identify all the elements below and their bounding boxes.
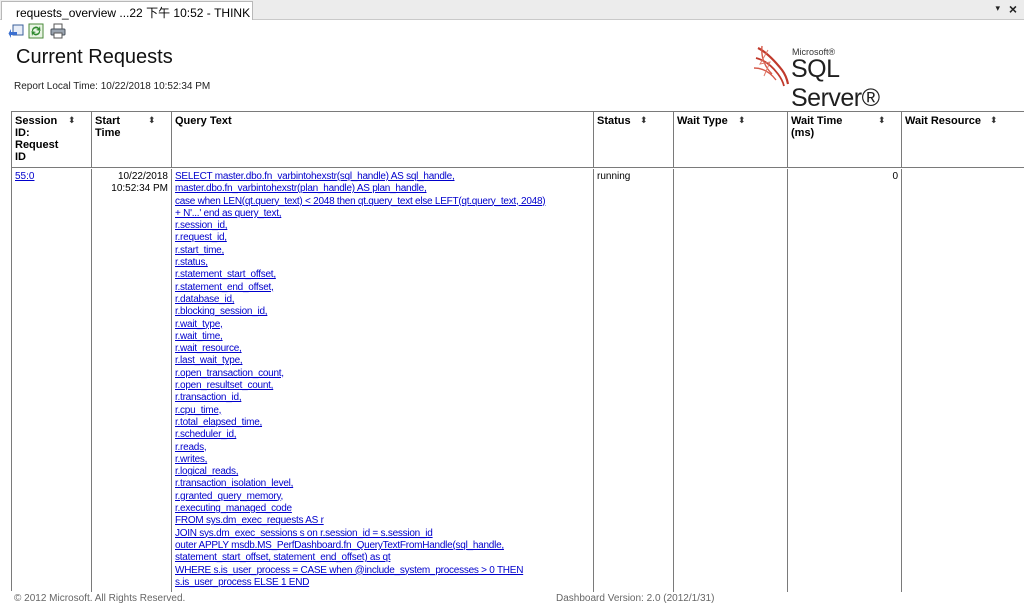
query-text-line[interactable]: r.granted_query_memory, bbox=[175, 491, 591, 503]
header-wait-type[interactable]: Wait Type ⬍ bbox=[674, 112, 788, 167]
header-wait-time-label: Wait Time (ms) bbox=[791, 115, 843, 139]
report-toolbar bbox=[0, 20, 1024, 42]
column-divider bbox=[594, 169, 674, 592]
query-text-line[interactable]: r.logical_reads, bbox=[175, 466, 591, 478]
document-tab-strip: requests_overview ...22 下午 10:52 - THINK… bbox=[0, 0, 1024, 20]
query-text-line[interactable]: r.last_wait_type, bbox=[175, 355, 591, 367]
query-text-line[interactable]: FROM sys.dm_exec_requests AS r bbox=[175, 515, 591, 527]
status-value: running bbox=[597, 171, 631, 182]
query-text-line[interactable]: r.session_id, bbox=[175, 220, 591, 232]
column-divider bbox=[788, 169, 902, 592]
query-text-line[interactable]: outer APPLY msdb.MS_PerfDashboard.fn_Que… bbox=[175, 540, 591, 552]
query-text-line[interactable]: JOIN sys.dm_exec_sessions s on r.session… bbox=[175, 528, 591, 540]
table-header-row: Session ID: Request ID ⬍ Start Time ⬍ Qu… bbox=[12, 112, 1024, 168]
query-text-line[interactable]: statement_start_offset, statement_end_of… bbox=[175, 552, 591, 564]
query-text-cell: SELECT master.dbo.fn_varbintohexstr(sql_… bbox=[175, 171, 591, 589]
sql-server-logo: Microsoft® SQL Server® bbox=[752, 44, 922, 112]
footer-version: Dashboard Version: 2.0 (2012/1/31) bbox=[556, 593, 715, 604]
logo-product-text: SQL Server® bbox=[791, 55, 880, 112]
sort-icon[interactable]: ⬍ bbox=[148, 116, 156, 125]
query-text-line[interactable]: r.blocking_session_id, bbox=[175, 306, 591, 318]
query-text-line[interactable]: r.request_id, bbox=[175, 232, 591, 244]
session-id-link[interactable]: 55:0 bbox=[15, 171, 34, 182]
query-text-line[interactable]: r.writes, bbox=[175, 454, 591, 466]
query-text-line[interactable]: r.statement_end_offset, bbox=[175, 282, 591, 294]
query-text-line[interactable]: s.is_user_process ELSE 1 END bbox=[175, 577, 591, 589]
start-clock: 10:52:34 PM bbox=[111, 183, 168, 195]
header-wait-resource[interactable]: Wait Resource ⬍ bbox=[902, 112, 1024, 167]
query-text-line[interactable]: r.transaction_id, bbox=[175, 392, 591, 404]
column-divider bbox=[12, 169, 92, 592]
header-query-text[interactable]: Query Text bbox=[172, 112, 594, 167]
header-start-time[interactable]: Start Time ⬍ bbox=[92, 112, 172, 167]
header-wait-resource-label: Wait Resource bbox=[905, 115, 982, 127]
table-row-session-cell: 55:0 bbox=[15, 171, 34, 183]
query-text-line[interactable]: r.status, bbox=[175, 257, 591, 269]
back-icon[interactable] bbox=[8, 23, 24, 39]
query-text-line[interactable]: r.transaction_isolation_level, bbox=[175, 478, 591, 490]
header-status-label: Status bbox=[597, 115, 631, 127]
query-text-line[interactable]: r.open_resultset_count, bbox=[175, 380, 591, 392]
query-text-line[interactable]: r.wait_type, bbox=[175, 319, 591, 331]
close-icon[interactable]: × bbox=[1009, 1, 1017, 17]
sort-icon[interactable]: ⬍ bbox=[640, 116, 648, 125]
query-text-line[interactable]: r.start_time, bbox=[175, 245, 591, 257]
header-wait-type-label: Wait Type bbox=[677, 115, 728, 127]
query-text-line[interactable]: r.statement_start_offset, bbox=[175, 269, 591, 281]
refresh-icon[interactable] bbox=[28, 23, 44, 39]
query-text-line[interactable]: WHERE s.is_user_process = CASE when @inc… bbox=[175, 565, 591, 577]
query-text-line[interactable]: r.reads, bbox=[175, 442, 591, 454]
header-start-time-label: Start Time bbox=[95, 115, 121, 139]
query-text-line[interactable]: SELECT master.dbo.fn_varbintohexstr(sql_… bbox=[175, 171, 591, 183]
table-row-start-time-cell: 10/22/2018 10:52:34 PM bbox=[94, 171, 168, 196]
requests-table: Session ID: Request ID ⬍ Start Time ⬍ Qu… bbox=[11, 111, 1024, 592]
query-text-line[interactable]: r.open_transaction_count, bbox=[175, 368, 591, 380]
sql-server-logo-mark bbox=[753, 45, 790, 87]
document-tab[interactable]: requests_overview ...22 下午 10:52 - THINK bbox=[1, 1, 253, 20]
tab-list-dropdown-icon[interactable]: ▾ bbox=[995, 3, 1000, 14]
sort-icon[interactable]: ⬍ bbox=[990, 116, 998, 125]
query-text-line[interactable]: r.wait_time, bbox=[175, 331, 591, 343]
print-icon[interactable] bbox=[50, 23, 66, 39]
column-divider bbox=[674, 169, 788, 592]
header-session-id-label: Session ID: Request ID bbox=[15, 115, 59, 163]
query-text-line[interactable]: r.total_elapsed_time, bbox=[175, 417, 591, 429]
query-text-line[interactable]: r.cpu_time, bbox=[175, 405, 591, 417]
header-session-id[interactable]: Session ID: Request ID ⬍ bbox=[12, 112, 92, 167]
wait-time-value: 0 bbox=[892, 171, 898, 182]
start-date: 10/22/2018 bbox=[117, 171, 168, 182]
query-text-line[interactable]: r.executing_managed_code bbox=[175, 503, 591, 515]
sort-icon[interactable]: ⬍ bbox=[738, 116, 746, 125]
header-wait-time[interactable]: Wait Time (ms) ⬍ bbox=[788, 112, 902, 167]
header-status[interactable]: Status ⬍ bbox=[594, 112, 674, 167]
page-title: Current Requests bbox=[16, 46, 173, 68]
query-text-line[interactable]: r.wait_resource, bbox=[175, 343, 591, 355]
query-text-line[interactable]: case when LEN(qt.query_text) < 2048 then… bbox=[175, 196, 591, 208]
column-divider bbox=[92, 169, 172, 592]
query-text-line[interactable]: r.database_id, bbox=[175, 294, 591, 306]
header-query-text-label: Query Text bbox=[175, 115, 232, 127]
sort-icon[interactable]: ⬍ bbox=[68, 116, 76, 125]
query-text-line[interactable]: master.dbo.fn_varbintohexstr(plan_handle… bbox=[175, 183, 591, 195]
query-text-line[interactable]: r.scheduler_id, bbox=[175, 429, 591, 441]
sort-icon[interactable]: ⬍ bbox=[878, 116, 886, 125]
query-text-line[interactable]: + N'...' end as query_text, bbox=[175, 208, 591, 220]
report-local-time: Report Local Time: 10/22/2018 10:52:34 P… bbox=[14, 81, 211, 92]
footer-copyright: © 2012 Microsoft. All Rights Reserved. bbox=[14, 593, 186, 604]
